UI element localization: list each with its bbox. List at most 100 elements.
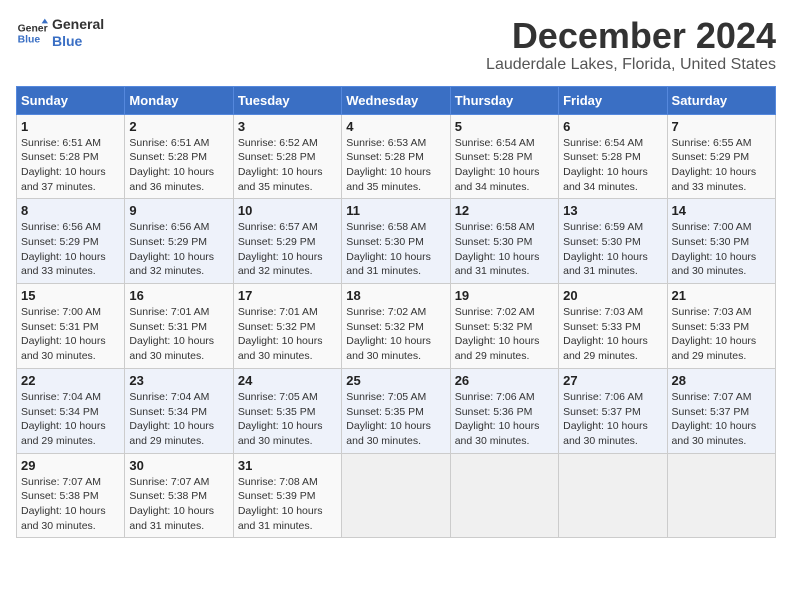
day-of-week-header: Friday [559,86,667,114]
calendar-day-cell: 28 Sunrise: 7:07 AMSunset: 5:37 PMDaylig… [667,368,775,453]
day-number: 12 [455,203,554,218]
day-detail: Sunrise: 6:56 AMSunset: 5:29 PMDaylight:… [129,220,228,279]
calendar-day-cell: 21 Sunrise: 7:03 AMSunset: 5:33 PMDaylig… [667,284,775,369]
calendar-week-row: 8 Sunrise: 6:56 AMSunset: 5:29 PMDayligh… [17,199,776,284]
calendar-day-cell: 29 Sunrise: 7:07 AMSunset: 5:38 PMDaylig… [17,453,125,538]
day-of-week-header: Wednesday [342,86,450,114]
calendar-day-cell [559,453,667,538]
calendar-day-cell: 30 Sunrise: 7:07 AMSunset: 5:38 PMDaylig… [125,453,233,538]
day-number: 14 [672,203,771,218]
day-number: 29 [21,458,120,473]
day-of-week-header: Saturday [667,86,775,114]
day-detail: Sunrise: 6:51 AMSunset: 5:28 PMDaylight:… [21,136,120,195]
day-number: 6 [563,119,662,134]
calendar-header-row: SundayMondayTuesdayWednesdayThursdayFrid… [17,86,776,114]
calendar-day-cell: 10 Sunrise: 6:57 AMSunset: 5:29 PMDaylig… [233,199,341,284]
day-detail: Sunrise: 6:55 AMSunset: 5:29 PMDaylight:… [672,136,771,195]
day-detail: Sunrise: 7:05 AMSunset: 5:35 PMDaylight:… [346,390,445,449]
day-detail: Sunrise: 7:06 AMSunset: 5:36 PMDaylight:… [455,390,554,449]
day-number: 18 [346,288,445,303]
day-number: 24 [238,373,337,388]
day-detail: Sunrise: 7:03 AMSunset: 5:33 PMDaylight:… [672,305,771,364]
calendar-day-cell: 23 Sunrise: 7:04 AMSunset: 5:34 PMDaylig… [125,368,233,453]
day-detail: Sunrise: 6:54 AMSunset: 5:28 PMDaylight:… [455,136,554,195]
location-title: Lauderdale Lakes, Florida, United States [486,56,776,74]
calendar-day-cell: 25 Sunrise: 7:05 AMSunset: 5:35 PMDaylig… [342,368,450,453]
calendar-day-cell: 20 Sunrise: 7:03 AMSunset: 5:33 PMDaylig… [559,284,667,369]
calendar-day-cell [667,453,775,538]
day-number: 21 [672,288,771,303]
calendar-table: SundayMondayTuesdayWednesdayThursdayFrid… [16,86,776,539]
day-of-week-header: Thursday [450,86,558,114]
day-detail: Sunrise: 7:00 AMSunset: 5:31 PMDaylight:… [21,305,120,364]
calendar-day-cell: 4 Sunrise: 6:53 AMSunset: 5:28 PMDayligh… [342,114,450,199]
calendar-day-cell: 11 Sunrise: 6:58 AMSunset: 5:30 PMDaylig… [342,199,450,284]
day-detail: Sunrise: 6:51 AMSunset: 5:28 PMDaylight:… [129,136,228,195]
day-number: 3 [238,119,337,134]
day-detail: Sunrise: 7:07 AMSunset: 5:38 PMDaylight:… [21,475,120,534]
day-detail: Sunrise: 7:06 AMSunset: 5:37 PMDaylight:… [563,390,662,449]
day-detail: Sunrise: 6:52 AMSunset: 5:28 PMDaylight:… [238,136,337,195]
day-number: 23 [129,373,228,388]
day-number: 27 [563,373,662,388]
day-number: 16 [129,288,228,303]
calendar-day-cell: 16 Sunrise: 7:01 AMSunset: 5:31 PMDaylig… [125,284,233,369]
day-number: 30 [129,458,228,473]
day-number: 1 [21,119,120,134]
logo-text-line1: General [52,16,104,33]
day-detail: Sunrise: 6:58 AMSunset: 5:30 PMDaylight:… [455,220,554,279]
day-number: 28 [672,373,771,388]
calendar-day-cell: 3 Sunrise: 6:52 AMSunset: 5:28 PMDayligh… [233,114,341,199]
calendar-day-cell: 5 Sunrise: 6:54 AMSunset: 5:28 PMDayligh… [450,114,558,199]
logo: General Blue General Blue [16,16,104,50]
calendar-day-cell: 13 Sunrise: 6:59 AMSunset: 5:30 PMDaylig… [559,199,667,284]
day-of-week-header: Sunday [17,86,125,114]
day-number: 22 [21,373,120,388]
day-of-week-header: Tuesday [233,86,341,114]
day-number: 15 [21,288,120,303]
calendar-day-cell [342,453,450,538]
day-detail: Sunrise: 7:01 AMSunset: 5:31 PMDaylight:… [129,305,228,364]
calendar-day-cell: 7 Sunrise: 6:55 AMSunset: 5:29 PMDayligh… [667,114,775,199]
day-number: 11 [346,203,445,218]
calendar-body: 1 Sunrise: 6:51 AMSunset: 5:28 PMDayligh… [17,114,776,538]
title-area: December 2024 Lauderdale Lakes, Florida,… [486,16,776,74]
calendar-day-cell: 8 Sunrise: 6:56 AMSunset: 5:29 PMDayligh… [17,199,125,284]
month-title: December 2024 [486,16,776,56]
logo-text-line2: Blue [52,33,104,50]
calendar-week-row: 22 Sunrise: 7:04 AMSunset: 5:34 PMDaylig… [17,368,776,453]
day-detail: Sunrise: 7:03 AMSunset: 5:33 PMDaylight:… [563,305,662,364]
day-number: 10 [238,203,337,218]
day-number: 25 [346,373,445,388]
day-detail: Sunrise: 7:01 AMSunset: 5:32 PMDaylight:… [238,305,337,364]
day-detail: Sunrise: 7:07 AMSunset: 5:37 PMDaylight:… [672,390,771,449]
day-number: 20 [563,288,662,303]
calendar-day-cell: 19 Sunrise: 7:02 AMSunset: 5:32 PMDaylig… [450,284,558,369]
day-detail: Sunrise: 6:58 AMSunset: 5:30 PMDaylight:… [346,220,445,279]
calendar-day-cell: 14 Sunrise: 7:00 AMSunset: 5:30 PMDaylig… [667,199,775,284]
svg-text:General: General [18,23,48,34]
calendar-day-cell: 9 Sunrise: 6:56 AMSunset: 5:29 PMDayligh… [125,199,233,284]
calendar-day-cell [450,453,558,538]
calendar-day-cell: 24 Sunrise: 7:05 AMSunset: 5:35 PMDaylig… [233,368,341,453]
calendar-week-row: 15 Sunrise: 7:00 AMSunset: 5:31 PMDaylig… [17,284,776,369]
day-number: 4 [346,119,445,134]
day-number: 19 [455,288,554,303]
day-detail: Sunrise: 6:59 AMSunset: 5:30 PMDaylight:… [563,220,662,279]
calendar-day-cell: 18 Sunrise: 7:02 AMSunset: 5:32 PMDaylig… [342,284,450,369]
calendar-week-row: 1 Sunrise: 6:51 AMSunset: 5:28 PMDayligh… [17,114,776,199]
day-number: 7 [672,119,771,134]
day-detail: Sunrise: 6:53 AMSunset: 5:28 PMDaylight:… [346,136,445,195]
day-detail: Sunrise: 7:00 AMSunset: 5:30 PMDaylight:… [672,220,771,279]
day-number: 5 [455,119,554,134]
day-number: 31 [238,458,337,473]
day-number: 17 [238,288,337,303]
day-detail: Sunrise: 7:02 AMSunset: 5:32 PMDaylight:… [346,305,445,364]
day-number: 9 [129,203,228,218]
day-detail: Sunrise: 6:57 AMSunset: 5:29 PMDaylight:… [238,220,337,279]
day-detail: Sunrise: 7:04 AMSunset: 5:34 PMDaylight:… [21,390,120,449]
calendar-day-cell: 15 Sunrise: 7:00 AMSunset: 5:31 PMDaylig… [17,284,125,369]
day-of-week-header: Monday [125,86,233,114]
day-number: 8 [21,203,120,218]
day-detail: Sunrise: 7:08 AMSunset: 5:39 PMDaylight:… [238,475,337,534]
